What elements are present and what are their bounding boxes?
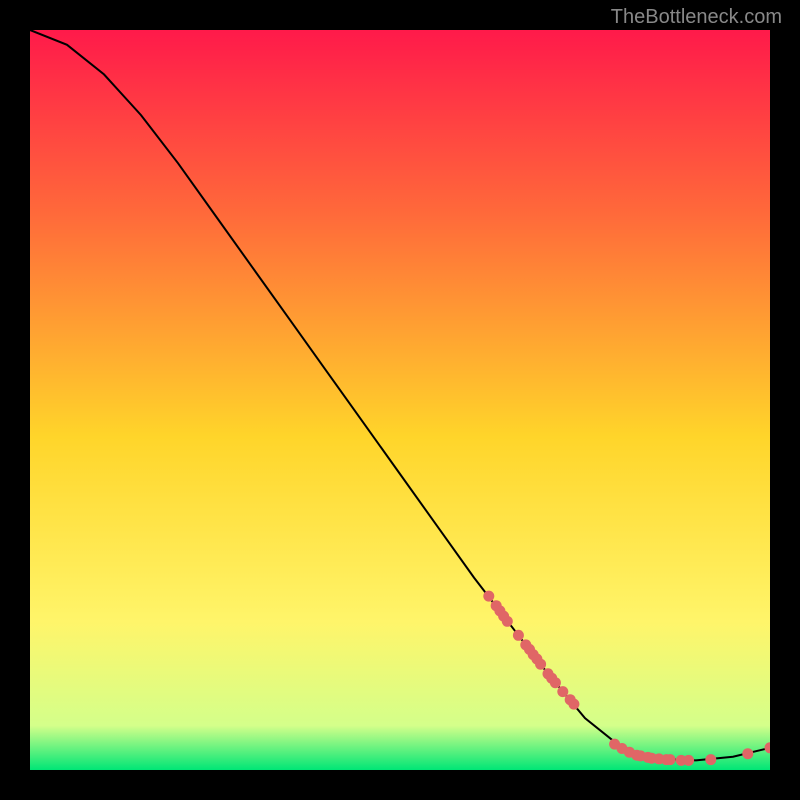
data-point	[550, 677, 561, 688]
data-point	[742, 748, 753, 759]
chart-background	[30, 30, 770, 770]
data-point	[568, 699, 579, 710]
data-point	[557, 686, 568, 697]
data-point	[513, 630, 524, 641]
chart-plot-area	[30, 30, 770, 770]
data-point	[705, 754, 716, 765]
watermark-text: TheBottleneck.com	[611, 6, 782, 29]
data-point	[502, 616, 513, 627]
data-point	[483, 591, 494, 602]
chart-svg	[30, 30, 770, 770]
data-point	[665, 754, 676, 765]
data-point	[535, 659, 546, 670]
data-point	[683, 755, 694, 766]
